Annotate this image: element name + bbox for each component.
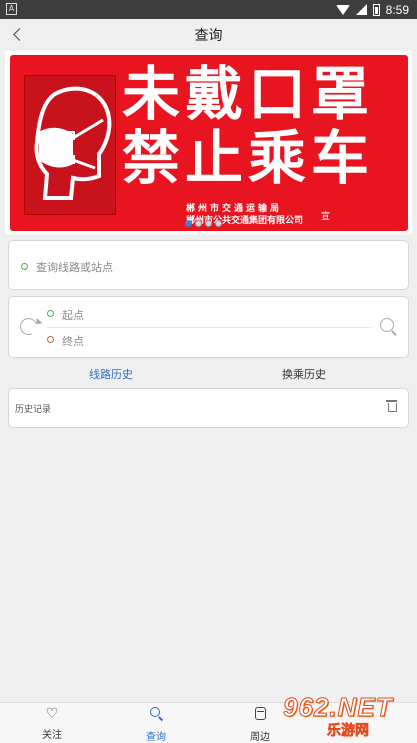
search-line-station-field[interactable]: 查询线路或站点: [8, 240, 409, 290]
end-point-field[interactable]: 终点: [47, 334, 371, 354]
status-time: 8:59: [385, 2, 409, 17]
notification-icon: A: [6, 3, 17, 15]
carousel-dot[interactable]: [185, 220, 192, 227]
banner-credit-1: 郴州市交通运输局: [186, 204, 283, 214]
route-planner: 起点 终点: [8, 296, 409, 358]
carousel-dot[interactable]: [205, 220, 212, 227]
bus-icon: [254, 707, 266, 720]
banner-slogan-line2: 禁止乘车: [122, 124, 375, 192]
nav-nearby[interactable]: 周边: [230, 707, 290, 743]
end-placeholder: 终点: [62, 335, 84, 348]
wifi-icon: [335, 4, 350, 15]
swap-icon[interactable]: [17, 315, 40, 338]
watermark-site: 乐游网: [327, 723, 370, 740]
battery-icon: [372, 3, 380, 16]
route-search-icon[interactable]: [380, 318, 398, 336]
heart-icon: ♡: [45, 706, 59, 722]
page-title: 查询: [194, 28, 223, 44]
start-point-field[interactable]: 起点: [47, 308, 371, 328]
nav-query[interactable]: 查询: [126, 707, 186, 743]
watermark-brand: 962.NET: [283, 692, 393, 723]
status-bar: A 8:59: [0, 0, 417, 19]
nav-query-label: 查询: [146, 732, 166, 743]
nav-follow[interactable]: ♡ 关注: [22, 707, 82, 741]
tab-transfer-history[interactable]: 换乘历史: [282, 366, 326, 382]
history-tabs: 线路历史 换乘历史: [8, 364, 409, 386]
signal-icon: [355, 4, 367, 15]
banner-credit-extra: 宣: [321, 212, 331, 222]
carousel-dot[interactable]: [195, 220, 202, 227]
start-placeholder: 起点: [62, 309, 84, 322]
search-icon: [149, 707, 163, 720]
history-label: 历史记录: [15, 405, 52, 415]
search-placeholder: 查询线路或站点: [36, 261, 113, 274]
banner-slogan-line1: 未戴口罩: [122, 60, 375, 128]
status-icons: 8:59: [335, 2, 409, 17]
trash-icon[interactable]: [386, 400, 397, 412]
header: 查询: [0, 19, 417, 51]
start-dot-icon: [47, 310, 54, 317]
watermark-logo: 962.NET 乐游网: [283, 692, 413, 740]
search-dot-icon: [21, 263, 28, 270]
face-mask-icon: [24, 75, 116, 215]
banner-image: 未戴口罩 禁止乘车 郴州市交通运输局 郴州市公共交通集团有限公司 宣: [10, 55, 408, 231]
nav-nearby-label: 周边: [250, 732, 270, 743]
tab-route-history[interactable]: 线路历史: [89, 366, 133, 382]
history-panel: 历史记录: [8, 388, 409, 428]
end-dot-icon: [47, 336, 54, 343]
carousel-dot[interactable]: [215, 220, 222, 227]
carousel-indicator: [185, 220, 222, 227]
banner-carousel[interactable]: 未戴口罩 禁止乘车 郴州市交通运输局 郴州市公共交通集团有限公司 宣: [5, 51, 412, 234]
nav-follow-label: 关注: [42, 730, 62, 741]
